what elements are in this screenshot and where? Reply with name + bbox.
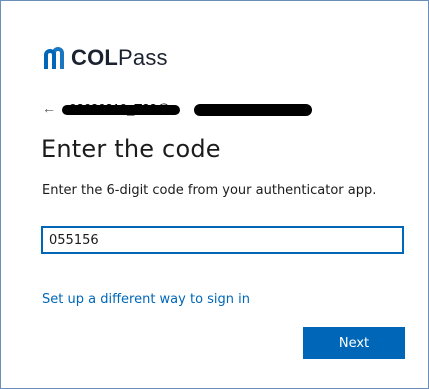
brand-wordmark: COL Pass (71, 45, 168, 71)
redaction-bar (194, 103, 312, 116)
redaction-bar (62, 104, 180, 115)
code-input[interactable] (41, 226, 404, 254)
colpass-logo-icon (44, 47, 64, 69)
sign-in-card: COLPass ← a02626219_T33@c Enter the code… (0, 0, 429, 389)
instruction-text: Enter the 6-digit code from your authent… (42, 183, 377, 198)
arrow-left-icon[interactable]: ← (42, 100, 58, 116)
identity-row[interactable]: ← a02626219_T33@c (42, 97, 312, 119)
brand-logo: COL Pass (42, 43, 168, 73)
brand-name-light: Pass (118, 45, 168, 70)
brand-name-bold: COL (71, 45, 119, 70)
account-identifier: a02626219_T33@c (62, 101, 312, 116)
next-button[interactable]: Next (303, 327, 405, 359)
page-title: Enter the code (41, 135, 221, 163)
alternate-sign-in-link[interactable]: Set up a different way to sign in (42, 292, 250, 307)
